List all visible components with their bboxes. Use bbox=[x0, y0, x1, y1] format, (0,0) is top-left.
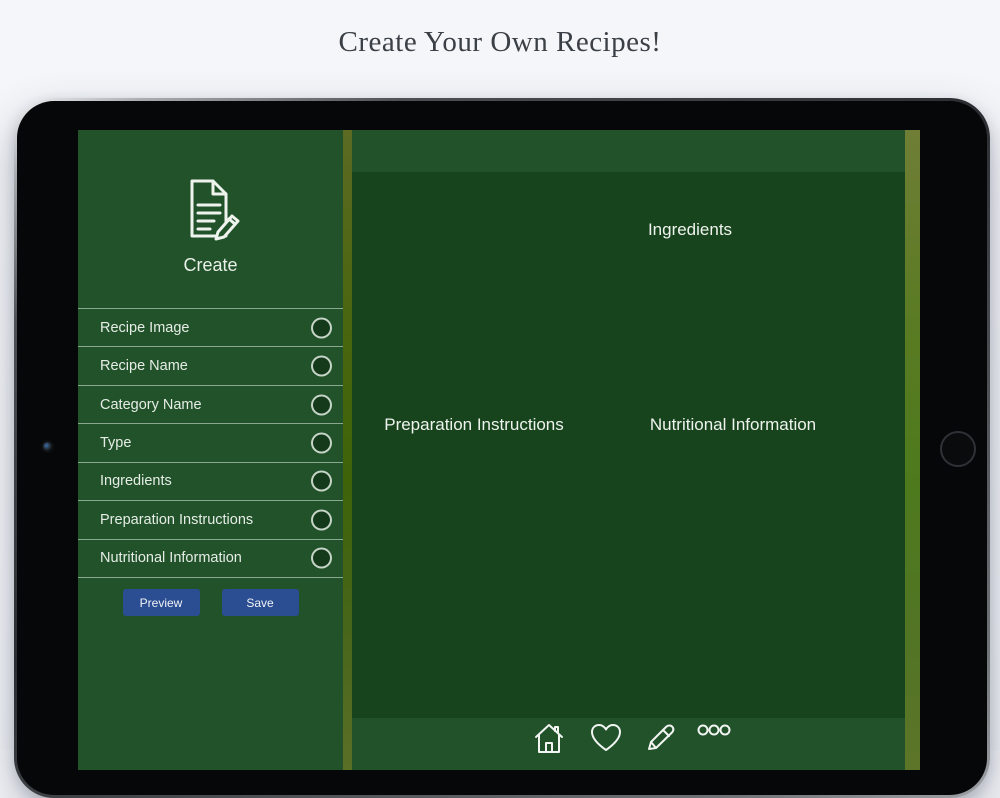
menu-row-preparation-instructions[interactable]: Preparation Instructions bbox=[78, 500, 343, 538]
radio-indicator[interactable] bbox=[311, 317, 332, 339]
recipe-preview-panel bbox=[352, 172, 905, 718]
menu-row-label: Recipe Name bbox=[100, 358, 188, 375]
radio-indicator[interactable] bbox=[311, 394, 332, 416]
menu-row-label: Category Name bbox=[100, 396, 202, 413]
menu-row-label: Type bbox=[100, 434, 132, 451]
radio-indicator[interactable] bbox=[311, 470, 332, 492]
create-document-icon bbox=[180, 179, 242, 248]
tablet-bezel: Create Recipe Image Recipe Name Category… bbox=[17, 101, 987, 795]
tablet-frame: Create Recipe Image Recipe Name Category… bbox=[14, 98, 990, 798]
home-icon[interactable] bbox=[534, 723, 564, 755]
pencil-icon[interactable] bbox=[646, 723, 675, 752]
menu-row-label: Preparation Instructions bbox=[100, 511, 254, 528]
menu-row-recipe-image[interactable]: Recipe Image bbox=[78, 308, 343, 346]
create-label: Create bbox=[183, 255, 238, 275]
home-hardware-button[interactable] bbox=[940, 431, 976, 467]
radio-indicator[interactable] bbox=[311, 432, 332, 454]
menu-row-category-name[interactable]: Category Name bbox=[78, 384, 343, 423]
nutrition-section-label: Nutritional Information bbox=[649, 415, 817, 434]
menu-row-label: Nutritional Information bbox=[100, 550, 242, 567]
app-screen: Create Recipe Image Recipe Name Category… bbox=[78, 130, 920, 770]
menu-row-type[interactable]: Type bbox=[78, 423, 343, 461]
create-header: Create bbox=[78, 178, 343, 276]
recipe-field-list: Recipe Image Recipe Name Category Name T… bbox=[78, 308, 343, 578]
save-button[interactable]: Save bbox=[221, 589, 299, 616]
page-title: Create Your Own Recipes! bbox=[338, 26, 662, 58]
menu-row-label: Ingredients bbox=[100, 473, 172, 490]
radio-indicator[interactable] bbox=[311, 547, 332, 569]
menu-row-ingredients[interactable]: Ingredients bbox=[78, 461, 343, 500]
preview-button[interactable]: Preview bbox=[122, 589, 200, 616]
right-edge-strip bbox=[905, 130, 920, 770]
menu-row-label: Recipe Image bbox=[100, 319, 190, 336]
sidebar-actions: Preview Save bbox=[78, 589, 343, 616]
more-icon[interactable] bbox=[697, 723, 731, 737]
ingredients-section-label: Ingredients bbox=[647, 220, 733, 239]
heart-icon[interactable] bbox=[590, 723, 622, 753]
sidebar-divider bbox=[343, 130, 352, 770]
menu-row-nutritional-information[interactable]: Nutritional Information bbox=[78, 538, 343, 578]
menu-row-recipe-name[interactable]: Recipe Name bbox=[78, 346, 343, 384]
radio-indicator[interactable] bbox=[311, 355, 332, 377]
preparation-section-label: Preparation Instructions bbox=[384, 415, 564, 434]
front-camera bbox=[43, 442, 52, 451]
radio-indicator[interactable] bbox=[311, 509, 332, 531]
